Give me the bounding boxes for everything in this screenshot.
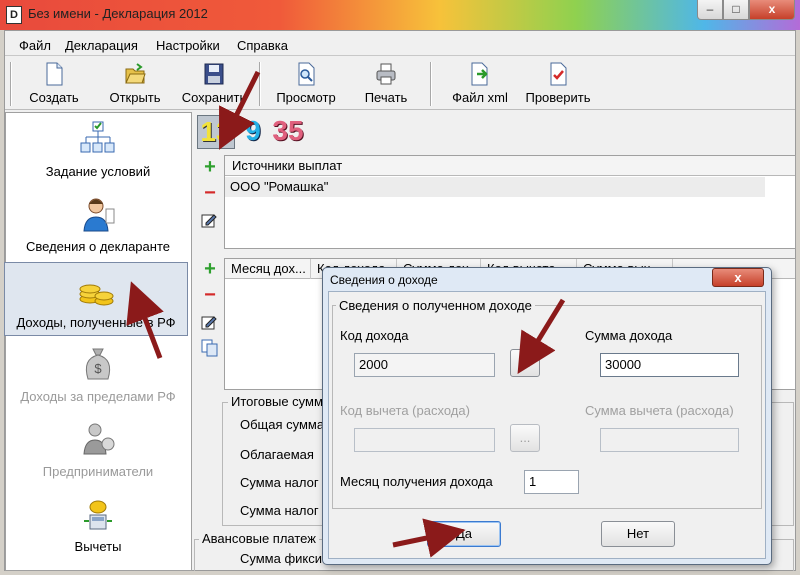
- preview-label: Просмотр: [276, 90, 336, 105]
- menu-declaration[interactable]: Декларация: [65, 38, 138, 53]
- sidebar-item-label: Доходы за пределами РФ: [20, 389, 176, 404]
- source-name: ООО "Ромашка": [230, 179, 329, 194]
- advance-group-title: Авансовые платеж: [199, 531, 319, 546]
- deduction-code-label: Код вычета (расхода): [340, 403, 470, 418]
- check-document-icon: [550, 62, 567, 86]
- sidebar-item-income-abroad[interactable]: $ Доходы за пределами РФ: [5, 345, 191, 404]
- check-label: Проверить: [525, 90, 591, 105]
- sidebar-item-label: Предприниматели: [42, 464, 154, 479]
- income-month-label: Месяц получения дохода: [340, 474, 493, 489]
- tab-rate-13[interactable]: 13: [197, 115, 235, 149]
- tax-amount-label: Сумма налог: [240, 475, 319, 490]
- sidebar-item-label: Сведения о декларанте: [26, 239, 170, 254]
- income-code-field[interactable]: 2000: [354, 353, 495, 377]
- fixed-amount-label: Сумма фикси: [240, 551, 323, 566]
- menu-help[interactable]: Справка: [237, 38, 288, 53]
- entrepreneur-icon: [83, 423, 115, 455]
- menu-settings[interactable]: Настройки: [156, 38, 220, 53]
- deductions-icon: [84, 500, 112, 530]
- preview-icon: [298, 62, 315, 86]
- close-window-button[interactable]: x: [749, 0, 795, 20]
- open-label: Открыть: [109, 90, 161, 105]
- printer-icon: [376, 63, 396, 85]
- tax-amount-withheld-label: Сумма налог: [240, 503, 319, 518]
- money-bag-icon: $: [85, 348, 111, 380]
- deduction-code-lookup-button[interactable]: ...: [510, 424, 540, 452]
- income-amount-label: Сумма дохода: [585, 328, 673, 343]
- deduction-amount-field[interactable]: [600, 428, 739, 452]
- income-code-lookup-button[interactable]: ...: [510, 349, 540, 377]
- taxable-amount-label: Облагаемая: [240, 447, 314, 462]
- toolbar-separator: [430, 62, 432, 106]
- income-amount-field[interactable]: 30000: [600, 353, 739, 377]
- document-icon: D: [6, 6, 22, 24]
- floppy-save-icon: [204, 63, 224, 85]
- sidebar-item-entrepreneurs[interactable]: Предприниматели: [5, 420, 191, 479]
- xml-file-label: Файл xml: [452, 90, 508, 105]
- check-button[interactable]: Проверить: [520, 62, 596, 108]
- income-code-label: Код дохода: [340, 328, 409, 343]
- toolbar-separator: [259, 62, 261, 106]
- save-button[interactable]: Сохранить: [176, 62, 252, 108]
- tab-rate-35[interactable]: 35: [270, 115, 306, 149]
- income-month-field[interactable]: 1: [524, 470, 579, 494]
- window-title: Без имени - Декларация 2012: [28, 6, 208, 21]
- preview-button[interactable]: Просмотр: [270, 62, 342, 108]
- deduction-amount-label: Сумма вычета (расхода): [585, 403, 734, 418]
- dialog-close-button[interactable]: x: [712, 268, 764, 287]
- menu-file[interactable]: Файл: [19, 38, 51, 53]
- minimize-button[interactable]: –: [697, 0, 723, 20]
- sidebar-item-conditions[interactable]: Задание условий: [5, 120, 191, 179]
- coins-icon: [79, 284, 114, 306]
- edit-source-icon[interactable]: [201, 211, 219, 229]
- svg-text:$: $: [94, 361, 102, 376]
- new-document-icon: [46, 62, 63, 86]
- copy-income-icon[interactable]: [201, 339, 219, 357]
- remove-source-icon[interactable]: −: [199, 183, 221, 205]
- remove-income-icon[interactable]: −: [199, 285, 221, 307]
- ok-button[interactable]: Да: [427, 521, 501, 547]
- sidebar-item-label: Задание условий: [45, 164, 151, 179]
- open-button[interactable]: Открыть: [103, 62, 167, 108]
- conditions-tree-icon: [80, 121, 115, 153]
- cancel-button[interactable]: Нет: [601, 521, 675, 547]
- print-button[interactable]: Печать: [355, 62, 417, 108]
- person-icon: [83, 198, 115, 232]
- add-income-icon[interactable]: +: [199, 259, 221, 281]
- sidebar-item-label: Доходы, полученные в РФ: [16, 315, 176, 330]
- print-label: Печать: [364, 90, 408, 105]
- total-amount-label: Общая сумма: [240, 417, 325, 432]
- add-source-icon[interactable]: +: [199, 157, 221, 179]
- income-details-title: Сведения о полученном доходе: [336, 298, 535, 313]
- edit-income-icon[interactable]: [201, 313, 219, 331]
- open-folder-icon: [125, 63, 146, 84]
- sources-column-header: Источники выплат: [232, 158, 343, 173]
- create-button[interactable]: Создать: [22, 62, 86, 108]
- maximize-button[interactable]: □: [723, 0, 749, 20]
- sidebar-item-label: Вычеты: [74, 539, 122, 554]
- save-label: Сохранить: [181, 90, 247, 105]
- dialog-title: Сведения о доходе: [330, 273, 438, 287]
- sidebar-item-deductions[interactable]: Вычеты: [5, 495, 191, 554]
- tab-rate-9[interactable]: 9: [242, 115, 264, 149]
- sidebar-item-income-ru[interactable]: Доходы, полученные в РФ: [4, 262, 188, 336]
- totals-group-title: Итоговые сумм: [228, 394, 326, 409]
- xml-file-button[interactable]: Файл xml: [446, 62, 514, 108]
- sidebar-item-declarant[interactable]: Сведения о декларанте: [5, 195, 191, 254]
- column-header[interactable]: Месяц дох...: [225, 259, 311, 279]
- xml-export-icon: [471, 62, 488, 86]
- create-label: Создать: [29, 90, 79, 105]
- deduction-code-field[interactable]: [354, 428, 495, 452]
- toolbar-separator: [10, 62, 12, 106]
